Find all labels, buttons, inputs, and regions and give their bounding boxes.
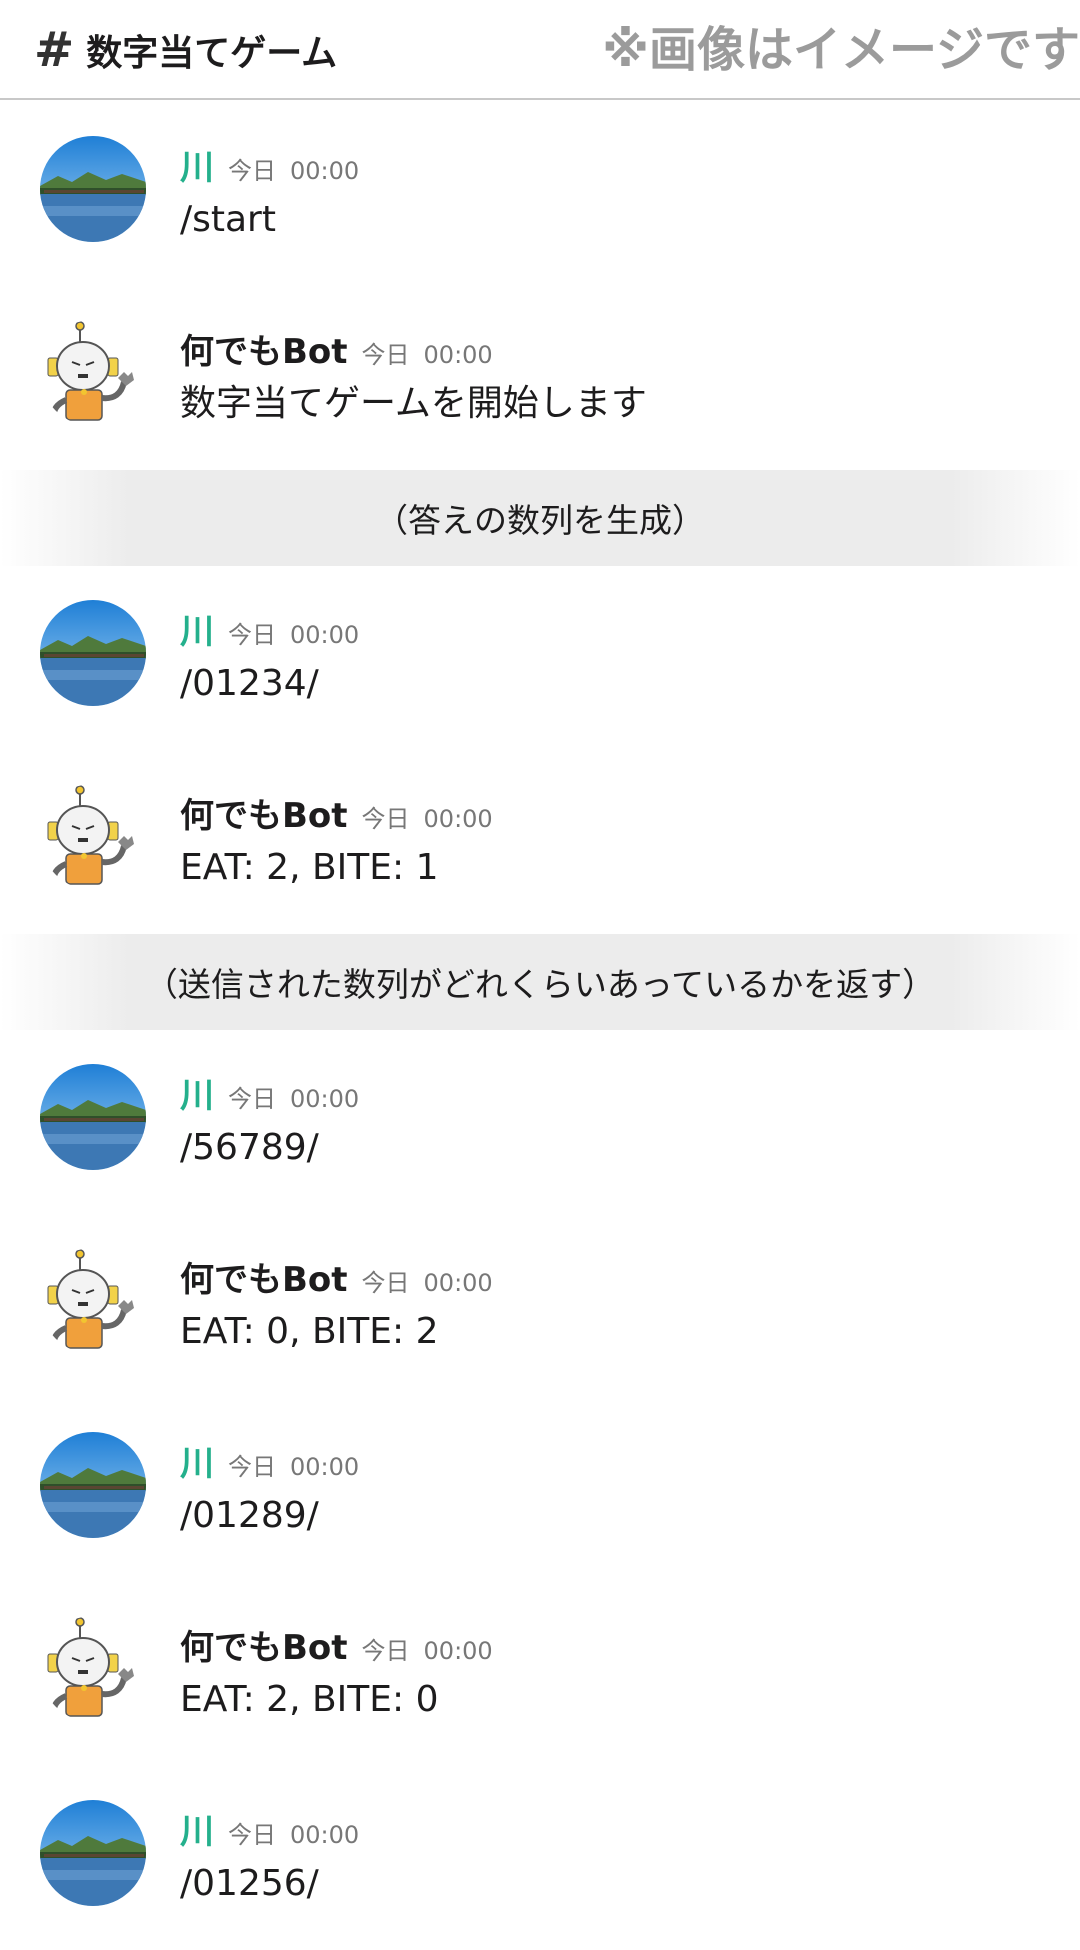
river-landscape-icon xyxy=(40,600,146,706)
message-feed: 川 今日 00:00 /start 何でもBot 今日 00:00 数字当てゲー… xyxy=(0,102,1080,1950)
annotation-banner: （答えの数列を生成） xyxy=(0,470,1080,566)
robot-icon xyxy=(40,1248,146,1354)
message-day: 今日 xyxy=(361,341,410,369)
message: 何でもBot 今日 00:00 EAT: 2, BITE: 0 xyxy=(0,1582,1080,1766)
message: 川 今日 00:00 /01256/ xyxy=(0,1766,1080,1950)
bot-avatar[interactable] xyxy=(40,320,146,426)
robot-icon xyxy=(40,784,146,890)
river-landscape-icon xyxy=(40,136,146,242)
channel-header: # 数字当てゲーム ※画像はイメージです xyxy=(0,0,1080,100)
message-text: EAT: 2, BITE: 1 xyxy=(180,847,439,888)
username[interactable]: 何でもBot xyxy=(180,1620,348,1669)
message-time[interactable]: 00:00 xyxy=(424,1269,493,1297)
annotation-banner: （送信された数列がどれくらいあっているかを返す） xyxy=(0,934,1080,1030)
robot-icon xyxy=(40,320,146,426)
message-day: 今日 xyxy=(228,621,276,649)
annotation-text: （送信された数列がどれくらいあっているかを返す） xyxy=(144,965,936,1004)
message-time[interactable]: 00:00 xyxy=(424,805,493,833)
message-text: 数字当てゲームを開始します xyxy=(180,383,647,424)
river-landscape-icon xyxy=(40,1432,146,1538)
river-landscape-icon xyxy=(40,1800,146,1906)
river-avatar[interactable] xyxy=(40,1064,146,1170)
message-time[interactable]: 00:00 xyxy=(290,621,359,649)
message: 川 今日 00:00 /01234/ xyxy=(0,566,1080,750)
river-avatar[interactable] xyxy=(40,1432,146,1538)
message-text: /01234/ xyxy=(180,663,319,704)
message: 川 今日 00:00 /start xyxy=(0,102,1080,286)
robot-icon xyxy=(40,1616,146,1722)
message: 何でもBot 今日 00:00 数字当てゲームを開始します xyxy=(0,286,1080,470)
username[interactable]: 川 xyxy=(180,1436,214,1485)
channel-hash-icon: # xyxy=(34,22,75,78)
username[interactable]: 川 xyxy=(180,140,214,189)
message-day: 今日 xyxy=(228,1085,276,1113)
bot-avatar[interactable] xyxy=(40,1616,146,1722)
message-time[interactable]: 00:00 xyxy=(424,1637,493,1665)
message-time[interactable]: 00:00 xyxy=(290,1085,359,1113)
message-text: EAT: 2, BITE: 0 xyxy=(180,1679,439,1720)
bot-avatar[interactable] xyxy=(40,1248,146,1354)
image-disclaimer: ※画像はイメージです xyxy=(602,22,1080,78)
message-day: 今日 xyxy=(361,1637,410,1665)
message-text: /56789/ xyxy=(180,1127,319,1168)
username[interactable]: 何でもBot xyxy=(180,1252,348,1301)
message: 何でもBot 今日 00:00 EAT: 0, BITE: 2 xyxy=(0,1214,1080,1398)
message-text: /start xyxy=(180,199,276,240)
message-time[interactable]: 00:00 xyxy=(290,1821,359,1849)
username[interactable]: 川 xyxy=(180,1804,214,1853)
river-avatar[interactable] xyxy=(40,600,146,706)
message-time[interactable]: 00:00 xyxy=(424,341,493,369)
message-text: EAT: 0, BITE: 2 xyxy=(180,1311,439,1352)
username[interactable]: 何でもBot xyxy=(180,324,348,373)
river-avatar[interactable] xyxy=(40,136,146,242)
channel-name: 数字当てゲーム xyxy=(86,33,338,74)
message: 川 今日 00:00 /56789/ xyxy=(0,1030,1080,1214)
annotation-text: （答えの数列を生成） xyxy=(375,501,705,540)
message-day: 今日 xyxy=(228,157,276,185)
message-day: 今日 xyxy=(361,1269,410,1297)
message-day: 今日 xyxy=(228,1821,276,1849)
message: 川 今日 00:00 /01289/ xyxy=(0,1398,1080,1582)
message-day: 今日 xyxy=(228,1453,276,1481)
message-time[interactable]: 00:00 xyxy=(290,1453,359,1481)
message-text: /01256/ xyxy=(180,1863,319,1904)
username[interactable]: 何でもBot xyxy=(180,788,348,837)
message: 何でもBot 今日 00:00 EAT: 2, BITE: 1 xyxy=(0,750,1080,934)
river-avatar[interactable] xyxy=(40,1800,146,1906)
river-landscape-icon xyxy=(40,1064,146,1170)
message-day: 今日 xyxy=(361,805,410,833)
channel-title[interactable]: # 数字当てゲーム xyxy=(34,24,337,76)
message-time[interactable]: 00:00 xyxy=(290,157,359,185)
username[interactable]: 川 xyxy=(180,1068,214,1117)
username[interactable]: 川 xyxy=(180,604,214,653)
bot-avatar[interactable] xyxy=(40,784,146,890)
message-text: /01289/ xyxy=(180,1495,319,1536)
